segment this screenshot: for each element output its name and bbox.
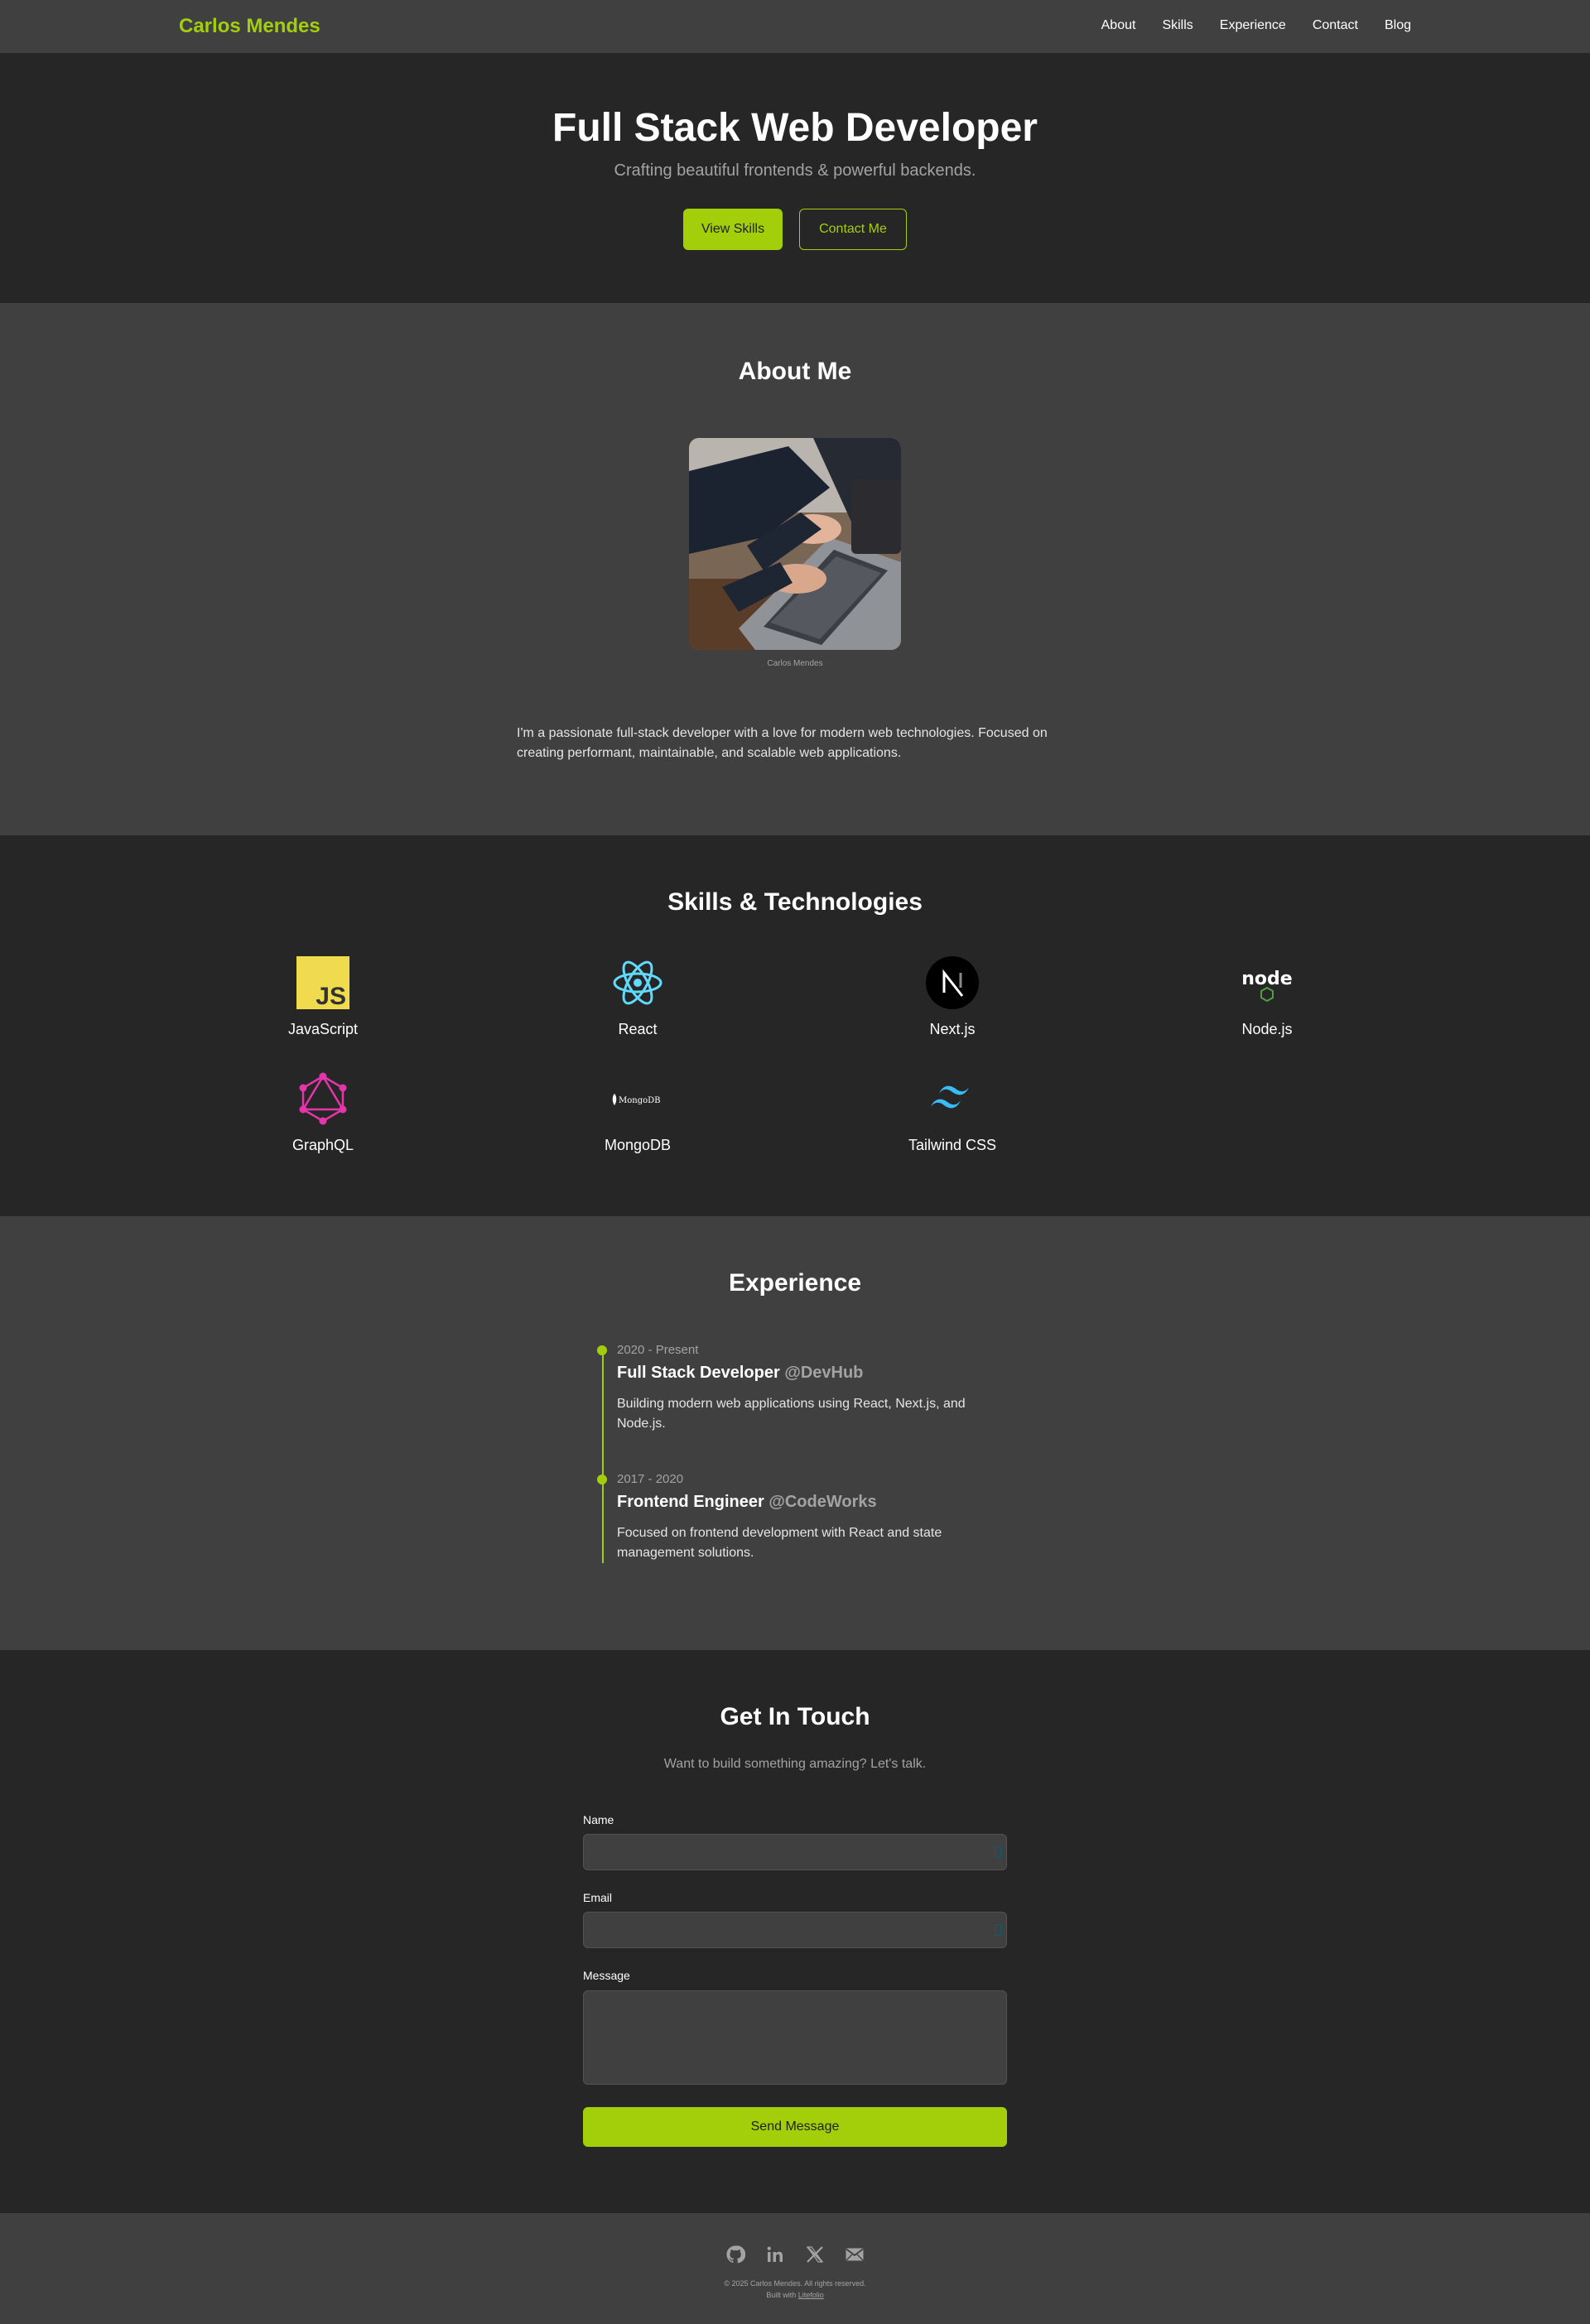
job-role: Full Stack Developer xyxy=(617,1364,780,1382)
view-skills-button[interactable]: View Skills xyxy=(683,209,783,250)
built-with: Built with Litefolio xyxy=(0,2289,1590,2301)
skills-title: Skills & Technologies xyxy=(667,888,923,916)
nodejs-icon: node xyxy=(1241,956,1294,1009)
nav-link-skills[interactable]: Skills xyxy=(1162,18,1192,33)
skill-card: MongoDB MongoDB xyxy=(538,1072,737,1154)
skill-card: GraphQL xyxy=(224,1072,422,1154)
footer-copyright: © 2025 Carlos Mendes. All rights reserve… xyxy=(0,2278,1590,2301)
skill-label: MongoDB xyxy=(604,1137,672,1153)
copyright-text: © 2025 Carlos Mendes. All rights reserve… xyxy=(724,2279,866,2288)
about-section: About Me Carlos Mendes I'm a passionate … xyxy=(0,303,1590,835)
contact-me-button[interactable]: Contact Me xyxy=(799,209,907,250)
graphql-icon xyxy=(296,1072,349,1125)
timeline-date: 2020 - Present xyxy=(617,1343,699,1357)
email-field[interactable] xyxy=(583,1912,1007,1948)
nav-link-contact[interactable]: Contact xyxy=(1313,18,1358,33)
email-label: Email xyxy=(583,1891,613,1904)
skill-card: React xyxy=(538,956,737,1038)
job-role: Frontend Engineer xyxy=(617,1493,764,1511)
name-field[interactable] xyxy=(583,1834,1007,1870)
job-description: Building modern web applications using R… xyxy=(617,1397,966,1431)
skill-label: Tailwind CSS xyxy=(908,1137,997,1153)
skill-card: Tailwind CSS xyxy=(853,1072,1052,1154)
mail-icon[interactable] xyxy=(845,2245,865,2264)
skill-label: JavaScript xyxy=(287,1021,359,1037)
x-icon[interactable] xyxy=(805,2245,825,2264)
nav-links: About Skills Experience Contact Blog xyxy=(1101,18,1411,33)
skill-card: Next.js xyxy=(853,956,1052,1038)
send-message-button[interactable]: Send Message xyxy=(583,2107,1007,2147)
skill-card: node Node.js xyxy=(1168,956,1366,1038)
timeline-date: 2017 - 2020 xyxy=(617,1472,684,1486)
job-company: @CodeWorks xyxy=(768,1493,877,1511)
profile-photo xyxy=(689,438,901,650)
nextjs-icon xyxy=(926,956,979,1009)
about-title: About Me xyxy=(738,358,852,385)
javascript-icon: JS xyxy=(296,956,349,1009)
message-label: Message xyxy=(583,1969,630,1982)
contact-section: Get In Touch Want to build something ama… xyxy=(0,1650,1590,2213)
about-description: I'm a passionate full-stack developer wi… xyxy=(517,726,1048,760)
photo-caption: Carlos Mendes xyxy=(767,659,823,668)
social-links xyxy=(0,2245,1590,2264)
autofill-icon xyxy=(995,1846,1001,1858)
nav-link-experience[interactable]: Experience xyxy=(1220,18,1286,33)
svg-text:JS: JS xyxy=(316,983,346,1009)
github-icon[interactable] xyxy=(725,2245,745,2264)
autofill-icon xyxy=(995,1924,1001,1936)
footer: © 2025 Carlos Mendes. All rights reserve… xyxy=(0,2213,1590,2324)
timeline-dot xyxy=(597,1475,607,1484)
skills-section: Skills & Technologies JS JavaScript Reac… xyxy=(0,835,1590,1216)
react-icon xyxy=(611,956,664,1009)
built-with-prefix: Built with xyxy=(766,2291,797,2299)
contact-subtitle: Want to build something amazing? Let's t… xyxy=(663,1757,927,1771)
timeline-item: 2020 - Present Full Stack Developer @Dev… xyxy=(597,1343,981,1434)
site-logo[interactable]: Carlos Mendes xyxy=(179,15,320,38)
skill-label: GraphQL xyxy=(292,1137,354,1153)
skill-label: Next.js xyxy=(929,1021,976,1037)
name-label: Name xyxy=(583,1813,614,1826)
contact-title: Get In Touch xyxy=(720,1703,870,1730)
job-description: Focused on frontend development with Rea… xyxy=(617,1526,942,1560)
experience-section: Experience 2020 - Present Full Stack Dev… xyxy=(0,1216,1590,1650)
navbar: Carlos Mendes About Skills Experience Co… xyxy=(0,0,1590,53)
tailwind-icon xyxy=(926,1072,979,1125)
linkedin-icon[interactable] xyxy=(765,2245,785,2264)
litefolio-link[interactable]: Litefolio xyxy=(798,2291,824,2299)
hero-subtitle: Crafting beautiful frontends & powerful … xyxy=(614,161,976,180)
hero-section: Full Stack Web Developer Crafting beauti… xyxy=(0,53,1590,303)
timeline-title: Full Stack Developer @DevHub xyxy=(617,1364,981,1383)
hero-buttons: View Skills Contact Me xyxy=(0,209,1590,250)
skill-label: Node.js xyxy=(1241,1021,1293,1037)
nav-link-blog[interactable]: Blog xyxy=(1385,18,1411,33)
timeline-item: 2017 - 2020 Frontend Engineer @CodeWorks… xyxy=(597,1472,981,1563)
skill-label: React xyxy=(618,1021,658,1037)
svg-text:MongoDB: MongoDB xyxy=(619,1096,661,1105)
skill-card: JS JavaScript xyxy=(224,956,422,1038)
timeline-line xyxy=(602,1346,604,1563)
svg-text:node: node xyxy=(1241,969,1292,989)
nav-link-about[interactable]: About xyxy=(1101,18,1136,33)
timeline-title: Frontend Engineer @CodeWorks xyxy=(617,1493,981,1512)
mongodb-icon: MongoDB xyxy=(611,1072,664,1125)
message-field[interactable] xyxy=(583,1990,1007,2085)
hero-title: Full Stack Web Developer xyxy=(552,106,1038,150)
experience-title: Experience xyxy=(728,1269,862,1297)
job-company: @DevHub xyxy=(784,1364,864,1382)
timeline-dot xyxy=(597,1345,607,1355)
